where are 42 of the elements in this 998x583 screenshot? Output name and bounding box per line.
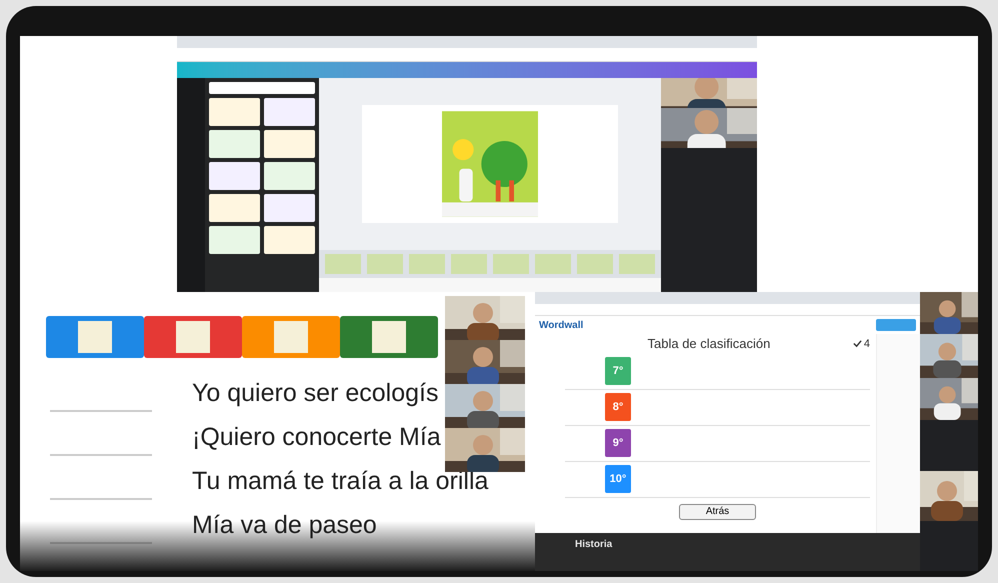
- template-thumbnail[interactable]: [264, 162, 315, 190]
- rank-badge: 7°: [605, 357, 631, 385]
- activity-title: Tabla de clasificación: [646, 335, 772, 353]
- phrase-text: ¡Quiero conocerte Mía: [192, 422, 441, 454]
- rank-badge: 9°: [605, 429, 631, 457]
- template-thumbnail[interactable]: [264, 98, 315, 126]
- template-thumbnail[interactable]: [208, 130, 260, 158]
- picture-card[interactable]: [46, 316, 144, 358]
- slide-thumbnail[interactable]: [409, 254, 445, 274]
- template-thumbnail[interactable]: [264, 194, 315, 222]
- phrase-text: Tu mamá te traía a la orilla: [192, 466, 488, 498]
- picture-card[interactable]: [340, 316, 438, 358]
- menu-button[interactable]: [876, 319, 916, 331]
- template-thumbnail[interactable]: [264, 130, 315, 158]
- rank-badge: 8°: [605, 393, 631, 421]
- score-text: 4: [864, 336, 870, 352]
- slide-thumbnail[interactable]: [535, 254, 571, 274]
- slide-thumbnail[interactable]: [451, 254, 487, 274]
- slide-thumbnail[interactable]: [577, 254, 613, 274]
- phrase-text: Mía va de paseo: [192, 510, 377, 542]
- checkmark-icon: [852, 339, 862, 348]
- picture-card[interactable]: [242, 316, 340, 358]
- card-image: [78, 321, 112, 353]
- picture-card[interactable]: [144, 316, 242, 358]
- back-button[interactable]: Atrás: [678, 504, 756, 520]
- card-image: [372, 321, 406, 353]
- card-image: [176, 321, 210, 353]
- rank-badge: 10°: [605, 465, 631, 493]
- template-thumbnail[interactable]: [208, 162, 260, 190]
- slide-thumbnail[interactable]: [325, 254, 361, 274]
- section-heading: Historia: [575, 538, 612, 552]
- phrase-text: Yo quiero ser ecologís: [192, 378, 438, 410]
- template-thumbnail[interactable]: [264, 226, 315, 254]
- template-thumbnail[interactable]: [208, 194, 260, 222]
- card-image: [274, 321, 308, 353]
- template-thumbnail[interactable]: [208, 98, 260, 126]
- search-field[interactable]: [208, 82, 315, 94]
- template-thumbnail[interactable]: [208, 226, 260, 254]
- slide-thumbnail[interactable]: [367, 254, 403, 274]
- slide-thumbnail[interactable]: [493, 254, 529, 274]
- slide-thumbnail[interactable]: [619, 254, 655, 274]
- logo-text: Wordwall: [539, 318, 584, 332]
